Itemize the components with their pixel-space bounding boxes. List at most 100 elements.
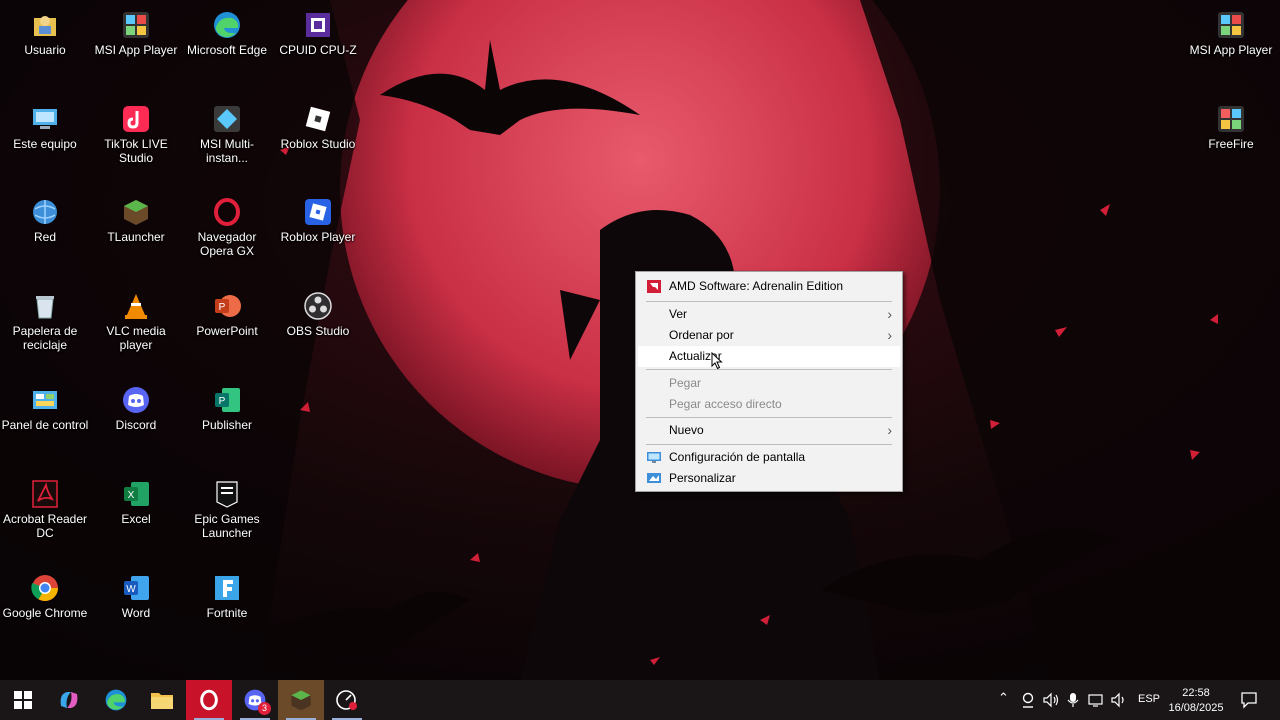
desktop-icon-este-equipo[interactable]: Este equipo <box>2 100 88 151</box>
desktop-icon-control-panel[interactable]: Panel de control <box>2 381 88 432</box>
taskbar: 3 ⌃ ESP 22:58 16/08/2025 <box>0 680 1280 720</box>
desktop-icon-label: MSI App Player <box>1189 43 1273 57</box>
desktop-icon-usuario[interactable]: Usuario <box>2 6 88 57</box>
menu-item-personalizar[interactable]: Personalizar <box>638 468 900 489</box>
roblox-studio-icon <box>305 106 331 132</box>
svg-text:P: P <box>219 302 226 313</box>
this-pc-icon <box>33 109 57 129</box>
taskbar-edge[interactable] <box>93 680 139 720</box>
desktop-icon-acrobat[interactable]: Acrobat Reader DC <box>2 475 88 540</box>
menu-item-label: Ordenar por <box>669 328 734 342</box>
amd-icon <box>647 280 661 293</box>
speaker-icon[interactable] <box>1111 692 1127 708</box>
tlauncher-icon <box>124 200 148 225</box>
desktop-icon-label: Este equipo <box>13 137 77 151</box>
menu-item-amd-software[interactable]: AMD Software: Adrenalin Edition <box>638 276 900 297</box>
taskbar-discord[interactable]: 3 <box>232 680 278 720</box>
msi-multi-instance-icon <box>214 106 240 132</box>
desktop-icon-tiktok-live[interactable]: TikTok LIVE Studio <box>93 100 179 165</box>
word-icon: W <box>124 576 149 600</box>
network-icon <box>33 200 57 224</box>
fortnite-icon <box>215 576 239 600</box>
start-button[interactable] <box>0 680 46 720</box>
menu-item-label: Ver <box>669 307 688 321</box>
microphone-icon[interactable] <box>1066 692 1080 708</box>
language-indicator[interactable]: ESP <box>1138 693 1160 705</box>
desktop-icon-label: Roblox Studio <box>280 137 356 151</box>
display-settings-icon <box>647 452 661 463</box>
desktop-icon-google-chrome[interactable]: Google Chrome <box>2 569 88 620</box>
freefire-icon <box>1218 106 1244 132</box>
desktop-icon-msi-app-player-right[interactable]: MSI App Player <box>1188 6 1274 57</box>
obs-icon <box>304 292 332 320</box>
excel-icon: X <box>124 482 149 506</box>
desktop-icon-recycle-bin[interactable]: Papelera de reciclaje <box>2 287 88 352</box>
menu-item-ordenar-por[interactable]: Ordenar por › <box>638 325 900 346</box>
desktop-icon-label: TLauncher <box>107 230 165 244</box>
menu-item-actualizar[interactable]: Actualizar <box>638 346 900 367</box>
taskbar-file-explorer[interactable] <box>139 680 185 720</box>
menu-item-pegar[interactable]: Pegar <box>638 373 900 394</box>
desktop-icon-opera-gx[interactable]: Navegador Opera GX <box>184 193 270 258</box>
desktop-icon-tlauncher[interactable]: TLauncher <box>93 193 179 244</box>
menu-item-nuevo[interactable]: Nuevo › <box>638 420 900 441</box>
desktop-icon-label: PowerPoint <box>196 324 258 338</box>
taskbar-tlauncher[interactable] <box>278 680 324 720</box>
menu-item-configuracion-pantalla[interactable]: Configuración de pantalla <box>638 447 900 468</box>
notification-badge: 3 <box>258 702 271 715</box>
edge-icon <box>105 689 127 711</box>
desktop-icon-red[interactable]: Red <box>2 193 88 244</box>
clock[interactable]: 22:58 16/08/2025 <box>1168 686 1224 716</box>
desktop-icon-label: MSI Multi-instan... <box>200 137 254 165</box>
desktop-icon-roblox-studio[interactable]: Roblox Studio <box>275 100 361 151</box>
menu-item-ver[interactable]: Ver › <box>638 304 900 325</box>
notification-center-icon[interactable] <box>1240 691 1258 709</box>
network-status-icon[interactable] <box>1088 692 1106 708</box>
desktop-icon-label: FreeFire <box>1208 137 1254 151</box>
menu-separator <box>646 417 892 418</box>
desktop-icon-obs[interactable]: OBS Studio <box>275 287 361 338</box>
desktop-icon-word[interactable]: W Word <box>93 569 179 620</box>
windows-logo-icon <box>14 691 32 709</box>
desktop-icon-label: MSI App Player <box>94 43 178 57</box>
desktop-icon-cpuz[interactable]: CPUID CPU-Z <box>275 6 361 57</box>
taskbar-copilot[interactable] <box>46 680 92 720</box>
desktop-icon-msi-multi[interactable]: MSI Multi-instan... <box>184 100 270 165</box>
webcam-icon[interactable] <box>1020 692 1036 708</box>
desktop-icon-freefire[interactable]: FreeFire <box>1188 100 1274 151</box>
tlauncher-icon <box>291 690 311 711</box>
svg-text:P: P <box>219 396 226 407</box>
desktop-icon-label: Microsoft Edge <box>186 43 268 57</box>
chevron-up-icon[interactable]: ⌃ <box>998 690 1009 706</box>
desktop-icon-excel[interactable]: X Excel <box>93 475 179 526</box>
desktop-icon-epic-games[interactable]: Epic Games Launcher <box>184 475 270 540</box>
user-folder-icon <box>34 16 56 36</box>
personalize-icon <box>647 473 661 483</box>
desktop-icon-microsoft-edge[interactable]: Microsoft Edge <box>184 6 270 57</box>
chevron-right-icon: › <box>887 327 892 343</box>
desktop-icon-powerpoint[interactable]: P PowerPoint <box>184 287 270 338</box>
menu-item-label: Pegar acceso directo <box>669 397 782 411</box>
volume-icon[interactable] <box>1043 692 1059 708</box>
taskbar-recorder[interactable] <box>324 680 370 720</box>
desktop-icon-fortnite[interactable]: Fortnite <box>184 569 270 620</box>
desktop-icon-discord[interactable]: Discord <box>93 381 179 432</box>
desktop-icon-label: Panel de control <box>1 418 89 432</box>
desktop-icon-label: Publisher <box>201 418 253 432</box>
desktop-icon-publisher[interactable]: P Publisher <box>184 381 270 432</box>
menu-item-label: Personalizar <box>669 471 736 485</box>
chrome-icon <box>31 575 59 602</box>
taskbar-opera-gx[interactable] <box>186 680 232 720</box>
menu-item-label: Pegar <box>669 376 702 390</box>
desktop-icon-label: Google Chrome <box>2 606 88 620</box>
publisher-icon: P <box>215 388 240 412</box>
desktop-icon-vlc[interactable]: VLC media player <box>93 287 179 352</box>
desktop-icon-msi-app-player[interactable]: MSI App Player <box>93 6 179 57</box>
powerpoint-icon: P <box>215 295 241 317</box>
desktop-icon-roblox-player[interactable]: Roblox Player <box>275 193 361 244</box>
opera-gx-icon <box>200 689 218 711</box>
menu-separator <box>646 369 892 370</box>
desktop-icon-label: Epic Games Launcher <box>194 512 260 540</box>
epic-games-icon <box>216 481 238 508</box>
menu-item-pegar-acceso-directo[interactable]: Pegar acceso directo <box>638 394 900 415</box>
